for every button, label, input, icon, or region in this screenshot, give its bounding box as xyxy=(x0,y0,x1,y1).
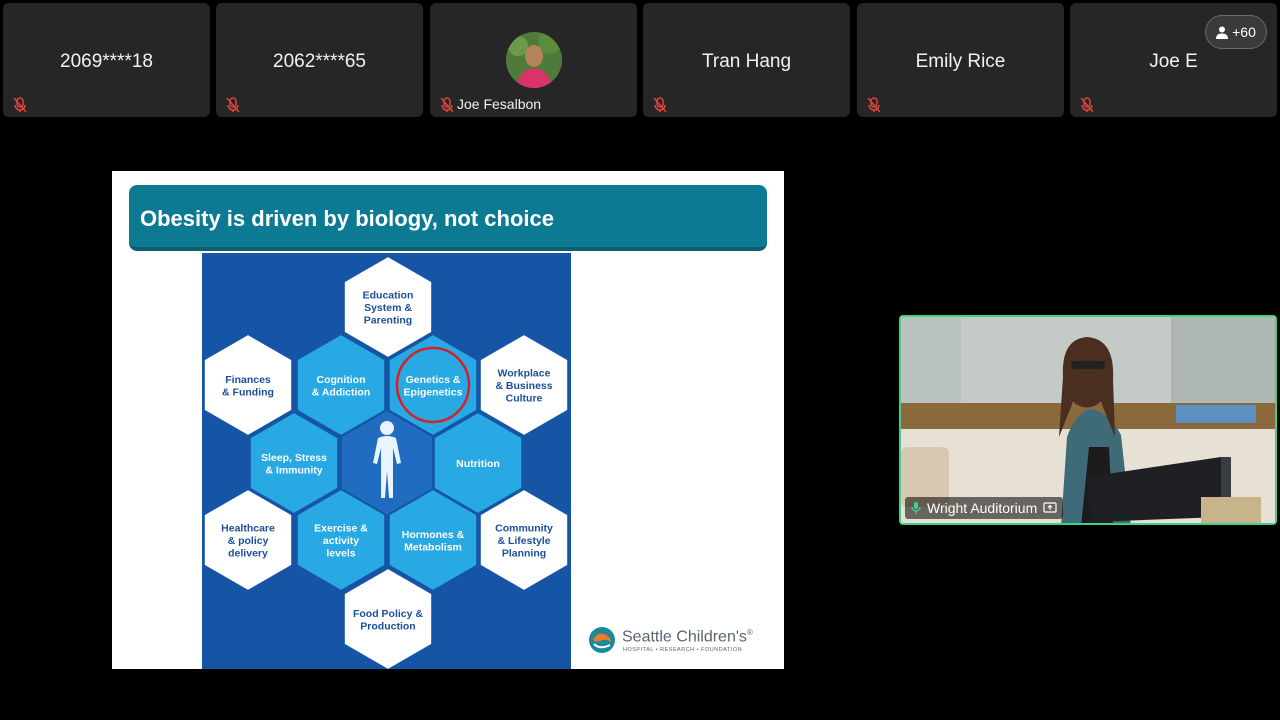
participant-name: Tran Hang xyxy=(701,51,792,72)
hexagon-label: Metabolism xyxy=(404,541,462,553)
logo-registered-mark: ® xyxy=(746,628,753,637)
participant-tile[interactable]: Joe E +60 xyxy=(1070,3,1277,117)
participant-tile[interactable]: 2069****18 xyxy=(3,3,210,117)
active-speaker-video[interactable]: Wright Auditorium xyxy=(899,315,1277,525)
hexagon-label: Genetics & xyxy=(406,374,461,386)
logo-name: Seattle Children's xyxy=(622,628,747,646)
muted-mic-icon xyxy=(653,97,667,113)
hexagon-label: Nutrition xyxy=(456,458,500,470)
muted-mic-icon xyxy=(13,97,27,113)
muted-mic-icon xyxy=(867,97,881,113)
participant-name: 2069****18 xyxy=(60,51,153,72)
hexagon-label: Community xyxy=(495,523,553,535)
slide-title: Obesity is driven by biology, not choice xyxy=(140,206,555,231)
hexagon-label: & Addiction xyxy=(312,386,371,398)
participant-tile[interactable]: 2062****65 xyxy=(216,3,423,117)
person-icon xyxy=(1216,26,1229,39)
seattle-childrens-logo: Seattle Children's® HOSPITAL • RESEARCH … xyxy=(588,626,778,658)
participant-name: Emily Rice xyxy=(915,51,1006,72)
hexagon-label: Culture xyxy=(506,393,543,405)
participant-name: Joe E xyxy=(1149,51,1198,72)
muted-mic-icon xyxy=(440,97,454,113)
hexagon-label: Exercise & xyxy=(314,523,368,535)
participant-name: Joe Fesalbon xyxy=(457,96,542,112)
participant-strip: 2069****18 2062****65 Joe Fesalbon Tran … xyxy=(0,0,1280,122)
hexagon-label: Production xyxy=(360,620,415,632)
muted-mic-icon xyxy=(226,97,240,113)
hexagon-label: & Immunity xyxy=(265,464,322,476)
speaker-label: Wright Auditorium xyxy=(905,497,1064,519)
hexagon-diagram-svg: EducationSystem &Parenting Finances& Fund… xyxy=(202,254,570,669)
hexagon-label: Hormones & xyxy=(402,529,465,541)
hexagon-label: Parenting xyxy=(364,315,412,327)
hexagon-label: levels xyxy=(326,548,355,560)
logo-mark-icon xyxy=(589,627,615,653)
participant-tile[interactable]: Joe Fesalbon xyxy=(430,3,637,117)
hexagon-label: Finances xyxy=(225,374,271,386)
participant-tile[interactable]: Emily Rice xyxy=(857,3,1064,117)
participant-avatar xyxy=(506,32,562,88)
slide-header: Obesity is driven by biology, not choice xyxy=(129,185,767,251)
more-participants-count: +60 xyxy=(1232,24,1256,40)
speaker-name: Wright Auditorium xyxy=(927,500,1038,516)
hexagon-label: Workplace xyxy=(498,368,551,380)
hexagon-label: Education xyxy=(363,290,414,302)
mic-active-icon xyxy=(911,502,921,514)
hexagon-label: & Funding xyxy=(222,386,274,398)
hexagon-label: Food Policy & xyxy=(353,608,423,620)
hexagon-label: Sleep, Stress xyxy=(261,452,327,464)
hexagon-label: & Lifestyle xyxy=(497,535,550,547)
muted-mic-icon xyxy=(1080,97,1094,113)
speaker-video-frame xyxy=(901,317,1275,523)
logo-subtitle: HOSPITAL • RESEARCH • FOUNDATION xyxy=(623,647,743,653)
hexagon-label: & Business xyxy=(495,380,552,392)
hexagon-label: & policy xyxy=(228,535,269,547)
hexagon-label: delivery xyxy=(228,548,268,560)
hexagon-label: activity xyxy=(323,535,359,547)
participant-name: 2062****65 xyxy=(273,51,366,72)
hexagon-label: System & xyxy=(364,302,412,314)
hexagon-label: Healthcare xyxy=(221,523,275,535)
more-participants-button[interactable]: +60 xyxy=(1205,15,1267,49)
hexagon-diagram: Education System & Parenting Finances & Fund… xyxy=(202,253,571,669)
shared-slide: Obesity is driven by biology, not choice… xyxy=(112,171,784,669)
hexagon-label: Planning xyxy=(502,548,546,560)
share-screen-icon xyxy=(1043,502,1057,513)
hexagon-label: Epigenetics xyxy=(404,386,463,398)
hexagon-label: Cognition xyxy=(317,374,366,386)
participant-tile[interactable]: Tran Hang xyxy=(643,3,850,117)
